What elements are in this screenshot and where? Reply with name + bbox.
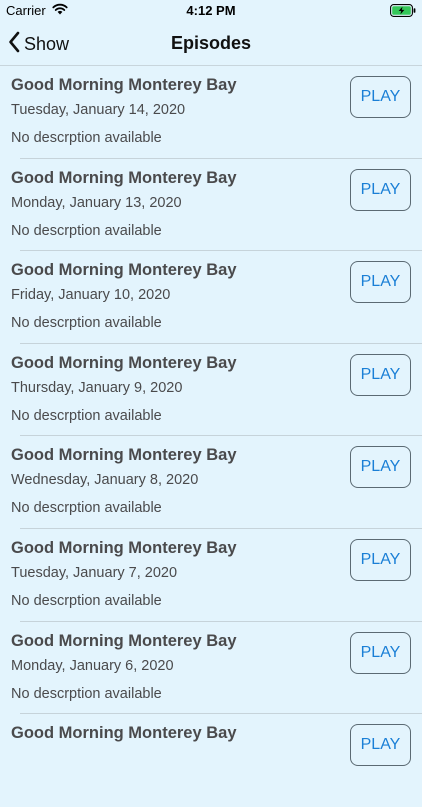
list-item[interactable]: Good Morning Monterey Bay Thursday, Janu… [0,344,422,437]
episode-title: Good Morning Monterey Bay [11,446,237,465]
list-item[interactable]: Good Morning Monterey Bay Tuesday, Janua… [0,529,422,622]
episode-date: Monday, January 6, 2020 [11,657,174,674]
episode-list: Good Morning Monterey Bay Tuesday, Janua… [0,66,422,807]
episode-date: Tuesday, January 7, 2020 [11,564,178,581]
battery-charging-icon [390,4,416,20]
play-button[interactable]: PLAY [350,538,411,581]
back-button[interactable]: Show [8,30,69,58]
list-item[interactable]: Good Morning Monterey Bay Monday, Januar… [0,159,422,252]
chevron-left-icon [8,31,20,58]
episode-title: Good Morning Monterey Bay [11,353,237,372]
episode-title: Good Morning Monterey Bay [11,631,237,650]
play-button[interactable]: PLAY [350,631,411,674]
episode-date: Tuesday, January 14, 2020 [11,102,186,118]
episode-description: No descrption available [11,592,162,609]
episode-date: Wednesday, January 8, 2020 [11,472,199,489]
play-button[interactable]: PLAY [350,724,411,767]
list-item[interactable]: Good Morning Monterey Bay Wednesday, Jan… [0,436,422,529]
episode-title: Good Morning Monterey Bay [11,261,237,280]
status-bar: Carrier 4:12 PM [0,0,422,22]
list-item[interactable]: Good Morning Monterey Bay PLAY [0,714,422,807]
episode-description: No descrption available [11,315,162,332]
episode-title: Good Morning Monterey Bay [11,538,237,557]
episode-title: Good Morning Monterey Bay [11,168,237,187]
play-button[interactable]: PLAY [350,446,411,489]
list-item[interactable]: Good Morning Monterey Bay Friday, Januar… [0,251,422,344]
back-label: Show [24,33,70,54]
episode-title: Good Morning Monterey Bay [11,724,237,743]
play-button[interactable]: PLAY [350,168,411,211]
episode-date: Friday, January 10, 2020 [11,287,171,304]
episode-description: No descrption available [11,222,162,239]
episode-description: No descrption available [11,500,162,517]
play-button[interactable]: PLAY [350,76,411,118]
play-button[interactable]: PLAY [350,353,411,396]
play-button[interactable]: PLAY [350,261,411,304]
episode-title: Good Morning Monterey Bay [11,76,237,94]
status-time: 4:12 PM [186,3,236,18]
episode-description: No descrption available [11,685,162,702]
episode-description: No descrption available [11,407,162,424]
episode-date: Thursday, January 9, 2020 [11,379,183,396]
list-item[interactable]: Good Morning Monterey Bay Tuesday, Janua… [0,66,422,159]
list-item[interactable]: Good Morning Monterey Bay Monday, Januar… [0,622,422,715]
episode-date: Monday, January 13, 2020 [11,194,182,211]
episode-description: No descrption available [11,130,162,146]
navigation-bar: Show Episodes [0,22,422,66]
